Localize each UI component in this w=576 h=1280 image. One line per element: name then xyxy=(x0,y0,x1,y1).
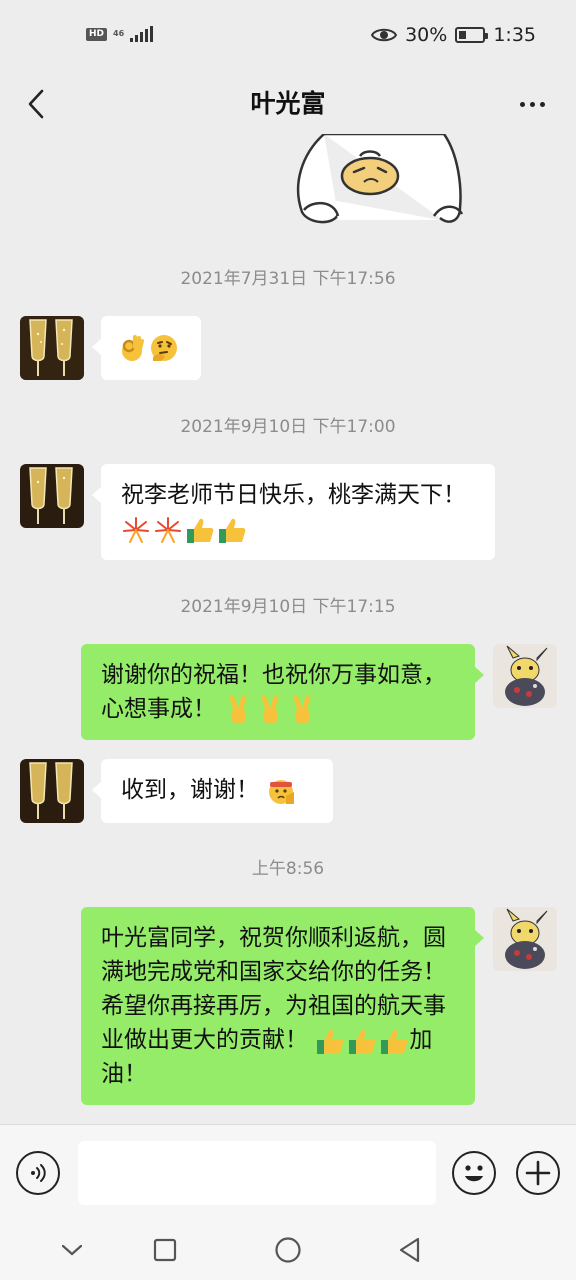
voice-icon xyxy=(31,1164,46,1182)
home-icon xyxy=(275,1237,301,1263)
message-bubble-incoming[interactable] xyxy=(92,316,201,380)
victory-hand-emoji xyxy=(229,695,247,723)
emoji-group xyxy=(266,776,296,806)
thumbs-up-emoji xyxy=(381,1029,408,1054)
message-bubble-incoming[interactable]: 收到，谢谢！ xyxy=(92,759,333,823)
timestamp: 上午8:56 xyxy=(251,859,325,879)
clock: 1:35 xyxy=(493,24,536,46)
thinking-emoji xyxy=(151,334,177,361)
thumbs-up-emoji xyxy=(219,518,246,543)
recent-apps-icon xyxy=(153,1238,177,1262)
my-avatar[interactable] xyxy=(493,907,557,971)
message-bubble-outgoing[interactable]: 叶光富同学，祝贺你顺利返航，圆满地完成党和国家交给你的任务！希望你再接再厉，为祖… xyxy=(81,907,484,1105)
pikachu-avatar-image xyxy=(493,907,557,971)
nav-recent-button[interactable] xyxy=(147,1232,183,1268)
more-dots-icon xyxy=(519,101,525,107)
emoji-group xyxy=(223,695,317,725)
chat-title: 叶光富 xyxy=(250,89,326,118)
emoji-group xyxy=(315,1026,409,1056)
emoji-button[interactable] xyxy=(452,1151,496,1195)
voice-button[interactable] xyxy=(16,1151,60,1195)
battery-percent: 30% xyxy=(405,24,448,46)
chevron-down-icon xyxy=(61,1244,83,1256)
back-triangle-icon xyxy=(399,1237,420,1263)
message-text: 收到，谢谢！ xyxy=(121,777,259,803)
emoji-icon xyxy=(465,1165,483,1182)
fireworks-emoji xyxy=(123,516,149,543)
more-button[interactable] xyxy=(514,88,550,120)
eye-icon xyxy=(371,28,398,42)
ok-hand-emoji xyxy=(122,334,144,361)
emoji-group xyxy=(117,333,179,363)
nav-back-button[interactable] xyxy=(392,1232,428,1268)
fireworks-emoji xyxy=(155,516,181,543)
message-input[interactable] xyxy=(78,1141,436,1205)
signal-icon xyxy=(130,26,154,42)
title-bar: 叶光富 xyxy=(0,74,576,134)
nav-collapse-button[interactable] xyxy=(54,1232,90,1268)
avatar[interactable] xyxy=(20,316,84,380)
status-right: 30% 1:35 xyxy=(371,24,536,46)
battery-icon xyxy=(455,27,489,43)
timestamp: 2021年9月10日 下午17:15 xyxy=(180,597,396,617)
sticker-message[interactable] xyxy=(294,134,470,228)
input-bar xyxy=(0,1124,576,1220)
avatar[interactable] xyxy=(20,759,84,823)
thumbs-up-emoji xyxy=(317,1029,344,1054)
chat-screen: HD 46 30% 1:35 叶光富 2021年7月31日 下午17:56 20… xyxy=(0,0,576,1280)
nav-home-button[interactable] xyxy=(270,1232,306,1268)
my-avatar[interactable] xyxy=(493,644,557,708)
salute-emoji xyxy=(269,779,295,804)
champagne-avatar-image xyxy=(20,759,84,823)
champagne-avatar-image xyxy=(20,316,84,380)
status-bar: HD 46 30% 1:35 xyxy=(0,0,576,74)
message-bubble-incoming[interactable]: 祝李老师节日快乐，桃李满天下！ xyxy=(92,464,495,560)
more-actions-button[interactable] xyxy=(516,1151,560,1195)
victory-hand-emoji xyxy=(293,695,311,723)
avatar[interactable] xyxy=(20,464,84,528)
thumbs-up-emoji xyxy=(349,1029,376,1054)
champagne-avatar-image xyxy=(20,464,84,528)
timestamp: 2021年7月31日 下午17:56 xyxy=(180,269,396,289)
plus-icon xyxy=(525,1160,551,1186)
message-text: 祝李老师节日快乐，桃李满天下！ xyxy=(121,482,466,508)
message-list[interactable]: 2021年7月31日 下午17:56 2021年9月10日 下午17:00 祝李… xyxy=(0,134,576,1124)
message-bubble-outgoing[interactable]: 谢谢你的祝福！也祝你万事如意，心想事成！ xyxy=(81,644,484,740)
timestamp: 2021年9月10日 下午17:00 xyxy=(180,417,396,437)
hd-badge: HD xyxy=(86,27,108,41)
emoji-group xyxy=(121,515,247,545)
victory-hand-emoji xyxy=(261,695,279,723)
system-nav-bar xyxy=(0,1220,576,1280)
network-type: 46 xyxy=(113,29,125,38)
pikachu-avatar-image xyxy=(493,644,557,708)
network-indicators: HD 46 xyxy=(86,26,154,42)
thumbs-up-emoji xyxy=(187,518,214,543)
